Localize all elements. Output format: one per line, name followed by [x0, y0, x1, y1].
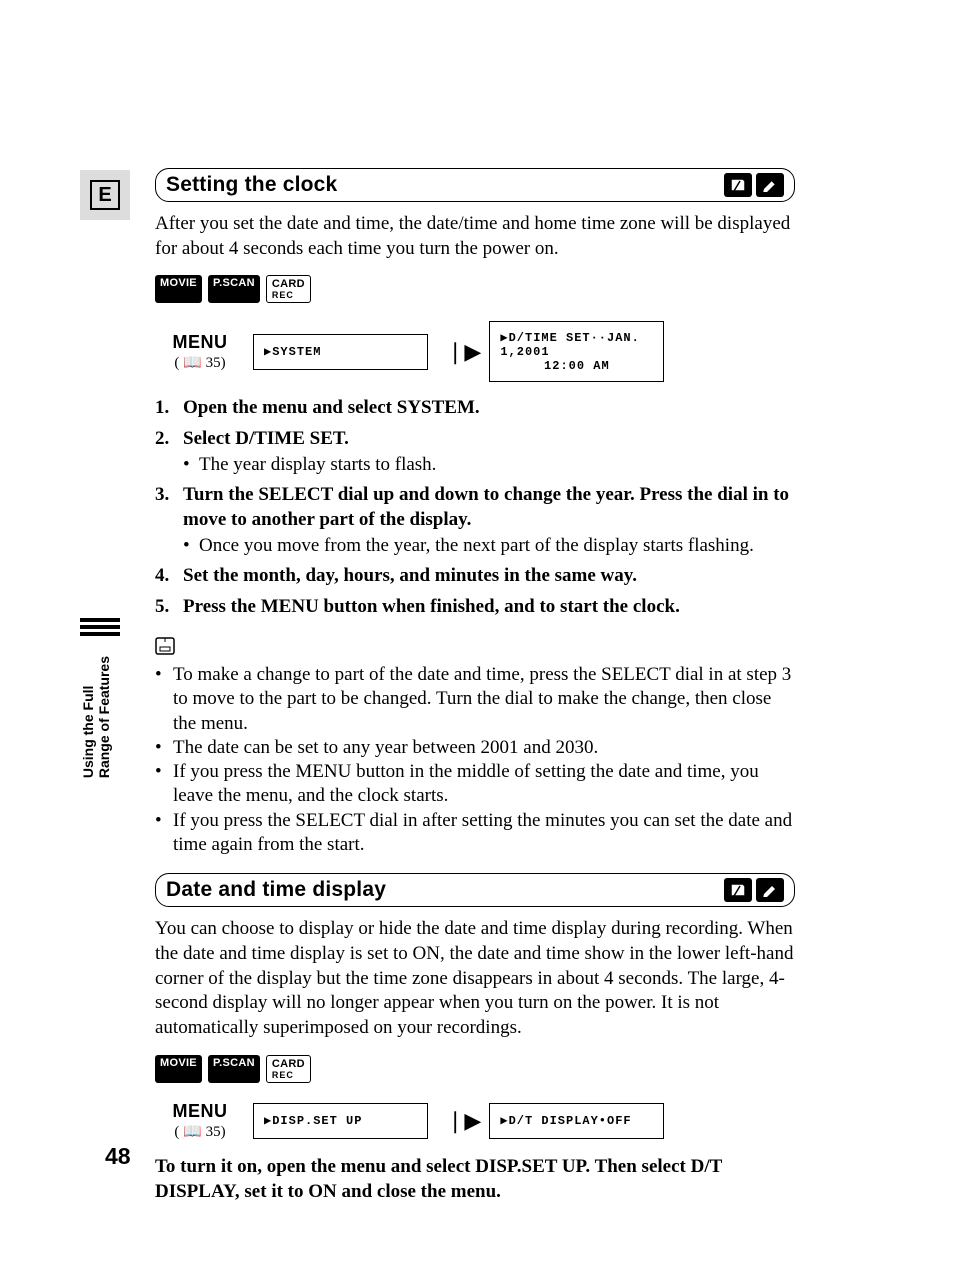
tip-1: To make a change to part of the date and…	[155, 663, 795, 736]
clock-steps: Open the menu and select SYSTEM. Select …	[155, 396, 795, 619]
mode-card-rec: CARD REC	[266, 275, 311, 303]
display-menu-box1: ▶DISP.SET UP	[253, 1103, 428, 1139]
tip-2: The date can be set to any year between …	[155, 736, 795, 760]
section-title-display: Date and time display	[166, 878, 386, 902]
clock-modes: MOVIE P.SCAN CARD REC	[155, 275, 795, 303]
card-icon	[724, 173, 752, 197]
menu-ref: ( 📖 35)	[155, 1122, 245, 1141]
section-head-display: Date and time display	[155, 873, 795, 907]
section-title-clock: Setting the clock	[166, 173, 337, 197]
display-menu-box2: ▶D/T DISPLAY•OFF	[489, 1103, 664, 1139]
language-box: E	[80, 170, 130, 220]
menu-word: MENU	[155, 332, 245, 353]
mode-card-rec: CARD REC	[266, 1055, 311, 1083]
display-modes: MOVIE P.SCAN CARD REC	[155, 1055, 795, 1083]
side-tab-line2: Range of Features	[96, 656, 112, 778]
card-icon	[724, 878, 752, 902]
clock-intro: After you set the date and time, the dat…	[155, 212, 795, 261]
step-2: Select D/TIME SET. The year display star…	[155, 427, 795, 478]
clock-tips: To make a change to part of the date and…	[155, 663, 795, 858]
clock-menu-box2: ▶D/TIME SET··JAN. 1,2001 12:00 AM	[489, 321, 664, 382]
pencil-icon	[756, 878, 784, 902]
step-1: Open the menu and select SYSTEM.	[155, 396, 795, 420]
mode-movie: MOVIE	[155, 275, 202, 303]
display-intro: You can choose to display or hide the da…	[155, 917, 795, 1040]
clock-menu-row: MENU ( 📖 35) ▶SYSTEM ❘▶ ▶D/TIME SET··JAN…	[155, 321, 795, 382]
tip-3: If you press the MENU button in the midd…	[155, 760, 795, 809]
display-tail: To turn it on, open the menu and select …	[155, 1155, 795, 1204]
page-number: 48	[105, 1143, 131, 1170]
clock-menu-box1: ▶SYSTEM	[253, 334, 428, 370]
tip-4: If you press the SELECT dial in after se…	[155, 809, 795, 858]
step-3: Turn the SELECT dial up and down to chan…	[155, 483, 795, 558]
pencil-icon	[756, 173, 784, 197]
side-tab: Using the Full Range of Features	[80, 618, 122, 810]
step-arrow-icon: ❘▶	[446, 1108, 481, 1134]
language-letter: E	[90, 180, 120, 210]
section-head-clock: Setting the clock	[155, 168, 795, 202]
mode-movie: MOVIE	[155, 1055, 202, 1083]
mode-pscan: P.SCAN	[208, 1055, 260, 1083]
tips-icon	[155, 637, 795, 661]
step-arrow-icon: ❘▶	[446, 339, 481, 365]
menu-word: MENU	[155, 1101, 245, 1122]
step-4: Set the month, day, hours, and minutes i…	[155, 564, 795, 588]
side-tab-line1: Using the Full	[80, 686, 96, 779]
menu-ref: ( 📖 35)	[155, 353, 245, 372]
step-5: Press the MENU button when finished, and…	[155, 595, 795, 619]
display-menu-row: MENU ( 📖 35) ▶DISP.SET UP ❘▶ ▶D/T DISPLA…	[155, 1101, 795, 1141]
mode-pscan: P.SCAN	[208, 275, 260, 303]
